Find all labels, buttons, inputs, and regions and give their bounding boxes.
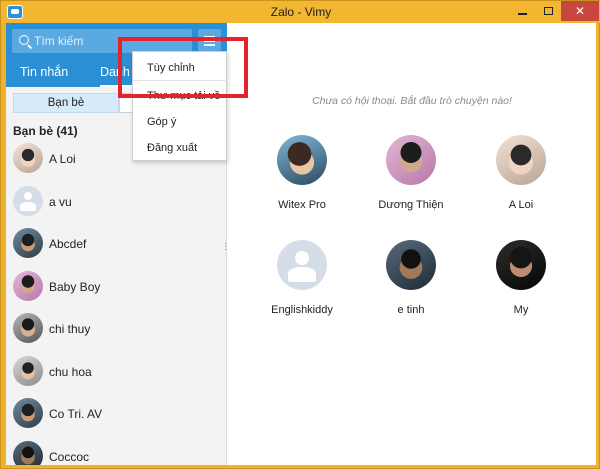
recent-contact[interactable]: Witex Pro xyxy=(252,135,352,211)
recent-contact[interactable]: Englishkiddy xyxy=(252,240,352,316)
title-bar[interactable]: Zalo - Vimy ✕ xyxy=(1,1,600,23)
avatar xyxy=(496,135,546,185)
minimize-icon xyxy=(517,13,527,15)
maximize-button[interactable] xyxy=(535,1,561,21)
list-item[interactable]: Abcdef xyxy=(6,224,227,267)
list-item[interactable]: Coccoc xyxy=(6,437,227,465)
list-item[interactable]: Baby Boy xyxy=(6,267,227,310)
menu-item-logout[interactable]: Đăng xuất xyxy=(147,142,197,154)
contact-name: Dương Thiện xyxy=(378,199,444,211)
contact-name: Witex Pro xyxy=(278,199,326,211)
avatar xyxy=(386,240,436,290)
close-icon: ✕ xyxy=(574,4,586,18)
friend-name: chu hoa xyxy=(49,364,92,379)
avatar xyxy=(13,228,43,258)
friend-name: chi thuy xyxy=(49,322,91,336)
avatar xyxy=(277,135,327,185)
friend-name: Abcdef xyxy=(49,237,87,251)
segment-friends[interactable]: Bạn bè xyxy=(13,93,119,113)
list-item[interactable]: a vu xyxy=(6,182,227,225)
close-button[interactable]: ✕ xyxy=(561,1,599,21)
client-area: Tin nhắn Danh bạ Bạn bè Bạn bè (41) A Lo… xyxy=(6,23,596,465)
avatar xyxy=(386,135,436,185)
list-item[interactable]: Co Tri. AV xyxy=(6,394,227,437)
avatar xyxy=(496,240,546,290)
empty-conversation-text: Chưa có hội thoại. Bắt đầu trò chuyện nà… xyxy=(312,95,512,107)
app-window: Zalo - Vimy ✕ Tin nhắn Danh bạ xyxy=(0,0,600,469)
contact-name: My xyxy=(513,304,529,316)
avatar xyxy=(13,355,43,386)
avatar xyxy=(13,143,43,173)
maximize-icon xyxy=(543,7,553,15)
contact-name: Englishkiddy xyxy=(271,304,333,316)
friends-header: Bạn bè (41) xyxy=(13,124,78,138)
friend-name: Coccoc xyxy=(49,449,90,464)
annotation-highlight-box xyxy=(118,37,248,98)
list-item[interactable]: chi thuy xyxy=(6,309,227,352)
menu-item-feedback[interactable]: Góp ý xyxy=(147,116,176,128)
friend-name: A Loi xyxy=(49,152,76,166)
contact-name: e tinh xyxy=(397,304,425,316)
recent-contact[interactable]: My xyxy=(471,240,571,316)
avatar xyxy=(13,313,43,343)
avatar xyxy=(13,270,43,301)
avatar xyxy=(13,185,43,216)
recent-contact[interactable]: Dương Thiện xyxy=(361,135,461,211)
friend-name: Co Tri. AV xyxy=(49,407,103,421)
tab-messages[interactable]: Tin nhắn xyxy=(20,65,68,79)
friend-name: Baby Boy xyxy=(49,279,101,294)
friend-list: A Loi a vu Abcdef Baby Boy chi thuy chu … xyxy=(6,139,227,465)
recent-contact[interactable]: e tinh xyxy=(361,240,461,316)
minimize-button[interactable] xyxy=(509,1,535,21)
main-panel: Chưa có hội thoại. Bắt đầu trò chuyện nà… xyxy=(228,23,596,465)
avatar xyxy=(13,398,43,428)
recent-contact[interactable]: A Loi xyxy=(471,135,571,211)
resize-handle[interactable]: · · · xyxy=(224,239,227,255)
contact-name: A Loi xyxy=(508,199,534,211)
avatar xyxy=(13,440,43,465)
friend-name: a vu xyxy=(49,194,72,209)
avatar xyxy=(277,240,327,290)
search-icon xyxy=(19,35,29,45)
list-item[interactable]: chu hoa xyxy=(6,352,227,395)
